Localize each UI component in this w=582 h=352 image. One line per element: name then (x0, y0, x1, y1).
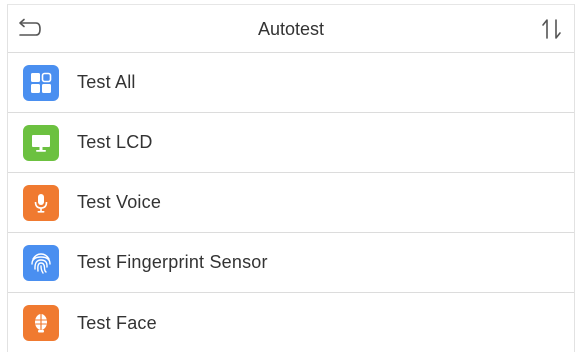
menu-item-label: Test LCD (77, 132, 153, 152)
page-title: Autotest (257, 19, 325, 39)
back-button[interactable] (14, 16, 44, 42)
menu-list: Test All Test LCD Test Voice Test Finger… (8, 53, 574, 352)
menu-item-test-face[interactable]: Test Face (8, 293, 574, 352)
sort-arrows-icon (542, 19, 561, 39)
autotest-screen: Autotest Test All Test LCD Test Voice Te… (7, 4, 575, 352)
face-icon (23, 305, 59, 341)
menu-item-test-all[interactable]: Test All (8, 53, 574, 113)
monitor-icon (23, 124, 59, 161)
sort-button[interactable] (536, 16, 568, 42)
menu-item-label: Test Voice (77, 192, 162, 212)
grid-icon (23, 64, 59, 101)
menu-item-label: Test Face (77, 312, 157, 333)
microphone-icon (23, 184, 59, 221)
menu-item-label: Test All (77, 72, 136, 92)
menu-item-test-voice[interactable]: Test Voice (8, 173, 574, 233)
menu-item-test-fingerprint-sensor[interactable]: Test Fingerprint Sensor (8, 233, 574, 293)
back-arrow-icon (19, 18, 41, 36)
header-bar: Autotest (8, 5, 574, 53)
menu-item-test-lcd[interactable]: Test LCD (8, 113, 574, 173)
fingerprint-icon (23, 244, 59, 281)
menu-item-label: Test Fingerprint Sensor (77, 252, 268, 272)
